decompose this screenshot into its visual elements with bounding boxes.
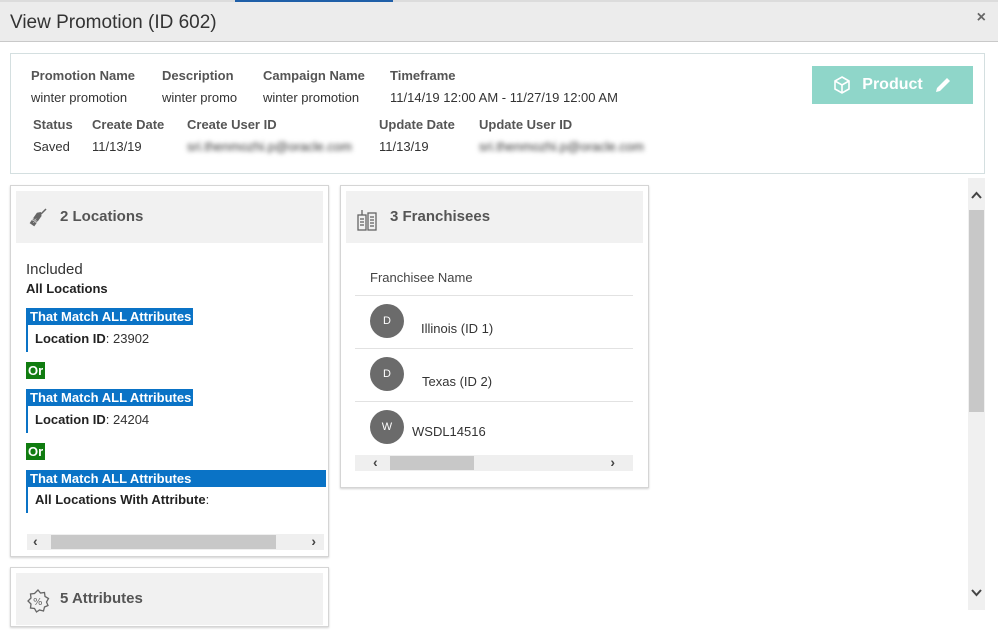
scrollbar-thumb[interactable] xyxy=(969,210,984,412)
field-create-user-id: Create User ID sri.thenmozhi.p@oracle.co… xyxy=(187,117,352,154)
field-value: winter promotion xyxy=(263,90,360,105)
field-update-date: Update Date 11/13/19 xyxy=(379,117,455,154)
scroll-right-arrow[interactable]: › xyxy=(610,454,615,470)
all-locations-label: All Locations xyxy=(26,281,108,296)
criteria-key: Location ID xyxy=(35,412,106,427)
field-label: Timeframe xyxy=(390,68,456,83)
criteria-value: : xyxy=(205,492,210,507)
match-group: That Match ALL Attributes Location ID: 2… xyxy=(26,308,326,352)
avatar: W xyxy=(370,410,404,444)
scrollbar-thumb[interactable] xyxy=(51,535,276,549)
scroll-left-arrow[interactable]: ‹ xyxy=(373,454,378,470)
or-badge: Or xyxy=(26,443,46,460)
field-value: winter promotion xyxy=(31,90,128,105)
scrollbar-thumb[interactable] xyxy=(390,456,474,470)
locations-body: Included All Locations That Match ALL At… xyxy=(26,261,326,513)
criteria-key: Location ID xyxy=(35,331,106,346)
buildings-icon xyxy=(356,207,380,231)
column-header-franchisee-name[interactable]: Franchisee Name xyxy=(355,266,633,296)
scroll-down-arrow[interactable] xyxy=(971,586,982,600)
field-label: Update User ID xyxy=(479,117,573,132)
franchisees-title: 3 Franchisees xyxy=(390,208,491,225)
field-value: sri.thenmozhi.p@oracle.com xyxy=(187,139,352,154)
match-header: That Match ALL Attributes xyxy=(28,470,326,487)
franchisee-name: WSDL14516 xyxy=(412,424,486,439)
field-label: Create User ID xyxy=(187,117,277,132)
scroll-up-arrow[interactable] xyxy=(971,188,982,202)
field-create-date: Create Date 11/13/19 xyxy=(92,117,164,154)
dialog-title: View Promotion (ID 602) xyxy=(10,12,217,33)
franchisee-name: Texas (ID 2) xyxy=(422,374,493,389)
svg-text:%: % xyxy=(32,218,38,225)
field-update-user-id: Update User ID sri.thenmozhi.p@oracle.co… xyxy=(479,117,644,154)
field-promotion-name: Promotion Name winter promotion xyxy=(31,68,135,105)
field-description: Description winter promo xyxy=(162,68,237,105)
franchisees-horizontal-scrollbar[interactable]: ‹ › xyxy=(355,454,633,471)
field-label: Campaign Name xyxy=(263,68,365,83)
locations-card: % 2 Locations Included All Locations Tha… xyxy=(10,185,329,557)
product-button-label: Product xyxy=(862,76,923,93)
match-criteria: All Locations With Attribute: xyxy=(28,487,326,513)
attributes-title: 5 Attributes xyxy=(60,590,143,607)
avatar: D xyxy=(370,357,404,391)
field-label: Create Date xyxy=(92,117,165,132)
locations-title: 2 Locations xyxy=(60,208,144,225)
criteria-value: : 24204 xyxy=(105,412,150,427)
field-timeframe: Timeframe 11/14/19 12:00 AM - 11/27/19 1… xyxy=(390,68,618,105)
franchisees-card: 3 Franchisees Franchisee Name D Illinois… xyxy=(340,185,649,488)
field-value: winter promo xyxy=(162,90,238,105)
field-campaign-name: Campaign Name winter promotion xyxy=(263,68,365,105)
cube-icon xyxy=(832,75,852,95)
attributes-card-header: % 5 Attributes xyxy=(16,573,323,625)
dialog-titlebar: View Promotion (ID 602) × xyxy=(0,2,998,42)
table-row[interactable]: D Texas (ID 2) xyxy=(355,349,633,402)
match-group: That Match ALL Attributes All Locations … xyxy=(26,470,326,513)
or-badge: Or xyxy=(26,362,46,379)
franchisee-name: Illinois (ID 1) xyxy=(421,321,494,336)
close-icon[interactable]: × xyxy=(977,9,986,27)
field-value: 11/13/19 xyxy=(379,139,429,154)
field-value: Saved xyxy=(33,139,70,154)
match-group: That Match ALL Attributes Location ID: 2… xyxy=(26,389,326,433)
match-header: That Match ALL Attributes xyxy=(28,389,194,406)
svg-text:%: % xyxy=(33,597,43,608)
table-row[interactable]: W WSDL14516 xyxy=(355,402,633,444)
locations-card-header: % 2 Locations xyxy=(16,191,323,243)
vertical-scrollbar[interactable] xyxy=(968,178,985,610)
field-value: 11/14/19 12:00 AM - 11/27/19 12:00 AM xyxy=(390,90,618,105)
scroll-right-arrow[interactable]: › xyxy=(311,533,316,549)
locations-horizontal-scrollbar[interactable]: ‹ › xyxy=(27,533,324,550)
field-label: Status xyxy=(33,117,73,132)
tag-percent-icon: % xyxy=(26,207,50,229)
product-button[interactable]: Product xyxy=(812,66,973,104)
franchisees-table: Franchisee Name D Illinois (ID 1) D Texa… xyxy=(355,266,633,444)
criteria-value: : 23902 xyxy=(105,331,150,346)
table-row[interactable]: D Illinois (ID 1) xyxy=(355,296,633,349)
match-criteria: Location ID: 23902 xyxy=(28,326,326,352)
attributes-card: % 5 Attributes xyxy=(10,567,329,627)
avatar: D xyxy=(370,304,404,338)
percent-badge-icon: % xyxy=(26,589,50,613)
match-header: That Match ALL Attributes xyxy=(28,308,194,325)
criteria-key: All Locations With Attribute xyxy=(35,492,206,507)
match-criteria: Location ID: 24204 xyxy=(28,407,326,433)
promotion-summary: Promotion Name winter promotion Descript… xyxy=(10,53,985,174)
field-label: Promotion Name xyxy=(31,68,136,83)
franchisees-card-header: 3 Franchisees xyxy=(346,191,643,243)
field-label: Update Date xyxy=(379,117,455,132)
field-status: Status Saved xyxy=(33,117,73,154)
scroll-left-arrow[interactable]: ‹ xyxy=(33,533,38,549)
field-label: Description xyxy=(162,68,234,83)
included-label: Included xyxy=(26,261,83,278)
pencil-icon xyxy=(933,75,953,95)
field-value: sri.thenmozhi.p@oracle.com xyxy=(479,139,644,154)
field-value: 11/13/19 xyxy=(92,139,142,154)
